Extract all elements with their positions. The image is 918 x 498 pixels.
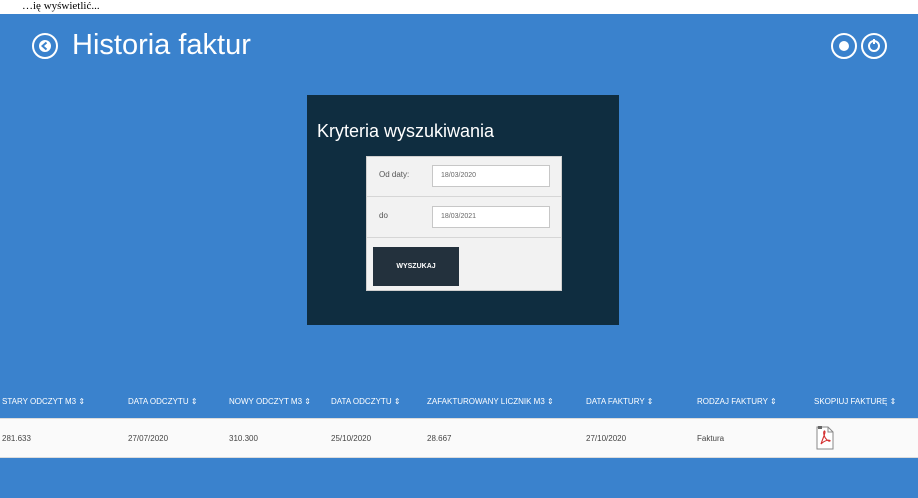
- power-icon: [868, 39, 880, 52]
- back-button[interactable]: [32, 33, 58, 59]
- column-header-reading-date-2[interactable]: DATA ODCZYTU ⇕: [331, 386, 401, 418]
- cell-invoice-type: Faktura: [697, 434, 725, 443]
- cell-reading-date: 27/07/2020: [128, 434, 169, 443]
- table-header: STARY ODCZYT M3 ⇕ DATA ODCZYTU ⇕ NOWY OD…: [0, 386, 918, 418]
- home-icon: [839, 41, 849, 51]
- date-to-input[interactable]: 18/03/2021: [432, 206, 550, 228]
- search-form: Od daty: 18/03/2020 do 18/03/2021 WYSZUK…: [366, 156, 562, 291]
- cell-new-reading: 310.300: [229, 434, 258, 443]
- header: Historia faktur: [0, 14, 918, 84]
- column-header-reading-date[interactable]: DATA ODCZYTU ⇕: [128, 386, 198, 418]
- app-window: Historia faktur Kryteria wyszukiwania Od…: [0, 14, 918, 498]
- date-from-label: Od daty:: [379, 170, 410, 179]
- date-to-label: do: [379, 211, 388, 220]
- arrow-left-icon: [39, 40, 51, 52]
- cell-invoice-date: 27/10/2020: [586, 434, 627, 443]
- caption-text: …ię wyświetlić...: [22, 0, 100, 12]
- search-criteria-panel: Kryteria wyszukiwania Od daty: 18/03/202…: [307, 95, 619, 325]
- date-to-row: do 18/03/2021: [367, 198, 561, 238]
- column-header-old-reading[interactable]: STARY ODCZYT M3 ⇕: [2, 386, 85, 418]
- cell-billed-meter: 28.667: [427, 434, 452, 443]
- column-header-billed-meter[interactable]: ZAFAKTUROWANY LICZNIK M3 ⇕: [427, 386, 554, 418]
- column-header-new-reading[interactable]: NOWY ODCZYT M3 ⇕: [229, 386, 311, 418]
- date-from-row: Od daty: 18/03/2020: [367, 157, 561, 197]
- column-header-invoice-type[interactable]: RODZAJ FAKTURY ⇕: [697, 386, 777, 418]
- pdf-icon[interactable]: [815, 426, 835, 450]
- search-criteria-title: Kryteria wyszukiwania: [317, 121, 495, 141]
- power-button[interactable]: [861, 33, 887, 59]
- search-button[interactable]: WYSZUKAJ: [373, 247, 459, 286]
- home-button[interactable]: [831, 33, 857, 59]
- column-header-copy-invoice[interactable]: SKOPIUJ FAKTURĘ ⇕: [814, 386, 896, 418]
- date-from-input[interactable]: 18/03/2020: [432, 165, 550, 187]
- column-header-invoice-date[interactable]: DATA FAKTURY ⇕: [586, 386, 653, 418]
- table-row: 281.633 27/07/2020 310.300 25/10/2020 28…: [0, 418, 918, 458]
- cell-old-reading: 281.633: [2, 434, 31, 443]
- cell-reading-date-2: 25/10/2020: [331, 434, 372, 443]
- page-title: Historia faktur: [72, 29, 251, 61]
